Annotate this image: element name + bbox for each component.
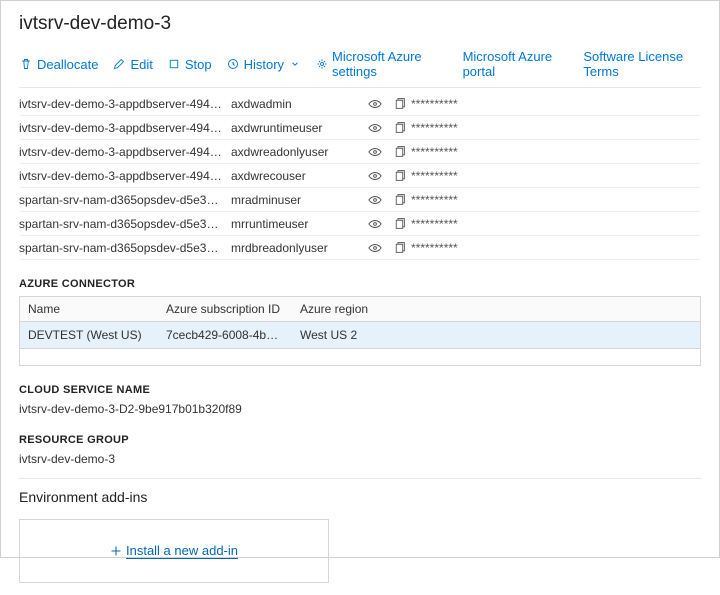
install-addin-button[interactable]: Install a new add-in	[19, 519, 329, 583]
copy-password-button[interactable]	[387, 97, 411, 110]
reveal-password-button[interactable]	[363, 169, 387, 183]
credential-row: ivtsrv-dev-demo-3-appdbserver-4945cdd4\i…	[19, 92, 701, 116]
resource-group-heading: RESOURCE GROUP	[19, 434, 701, 446]
deallocate-button[interactable]: Deallocate	[19, 57, 98, 72]
azure-settings-link[interactable]: Microsoft Azure settings	[316, 49, 449, 79]
reveal-password-button[interactable]	[363, 121, 387, 135]
password-mask: **********	[411, 241, 487, 255]
connection-string: ivtsrv-dev-demo-3-appdbserver-4945cdd4\i…	[19, 97, 231, 111]
credential-row: spartan-srv-nam-d365opsdev-d5e38124f9f8\…	[19, 188, 701, 212]
azure-col-sub: Azure subscription ID	[158, 297, 292, 321]
connection-string: spartan-srv-nam-d365opsdev-d5e38124f9f8\…	[19, 217, 231, 231]
copy-password-button[interactable]	[387, 169, 411, 182]
password-mask: **********	[411, 97, 487, 111]
history-button[interactable]: History	[226, 57, 302, 72]
connection-string: spartan-srv-nam-d365opsdev-d5e38124f9f8\…	[19, 193, 231, 207]
page-title: ivtsrv-dev-demo-3	[19, 13, 701, 35]
connection-string: ivtsrv-dev-demo-3-appdbserver-4945cdd4\i…	[19, 121, 231, 135]
clock-icon	[226, 57, 240, 71]
username: mrruntimeuser	[231, 217, 363, 231]
password-mask: **********	[411, 121, 487, 135]
reveal-password-button[interactable]	[363, 241, 387, 255]
reveal-password-button[interactable]	[363, 145, 387, 159]
license-terms-link[interactable]: Software License Terms	[583, 49, 701, 79]
copy-password-button[interactable]	[387, 241, 411, 254]
username: mradminuser	[231, 193, 363, 207]
chevron-down-icon	[288, 57, 302, 71]
license-terms-label: Software License Terms	[583, 49, 701, 79]
install-addin-label: Install a new add-in	[126, 543, 238, 559]
resource-group-value: ivtsrv-dev-demo-3	[19, 452, 701, 466]
connection-string: spartan-srv-nam-d365opsdev-d5e38124f9f8\…	[19, 241, 231, 255]
azure-portal-label: Microsoft Azure portal	[463, 49, 570, 79]
edit-button[interactable]: Edit	[112, 57, 152, 72]
credentials-table: ivtsrv-dev-demo-3-appdbserver-4945cdd4\i…	[19, 92, 701, 260]
edit-label: Edit	[130, 57, 152, 72]
gear-icon	[316, 57, 328, 71]
stop-button[interactable]: Stop	[167, 57, 212, 72]
credential-row: ivtsrv-dev-demo-3-appdbserver-4945cdd4\i…	[19, 140, 701, 164]
password-mask: **********	[411, 193, 487, 207]
copy-password-button[interactable]	[387, 217, 411, 230]
history-label: History	[244, 57, 284, 72]
copy-password-button[interactable]	[387, 193, 411, 206]
plus-icon	[110, 545, 122, 557]
cloud-service-value: ivtsrv-dev-demo-3-D2-9be917b01b320f89	[19, 402, 701, 416]
username: axdwadmin	[231, 97, 363, 111]
azure-blank-row	[20, 349, 700, 365]
username: axdwruntimeuser	[231, 121, 363, 135]
credential-row: spartan-srv-nam-d365opsdev-d5e38124f9f8\…	[19, 212, 701, 236]
toolbar: Deallocate Edit Stop History	[19, 45, 701, 88]
azure-portal-link[interactable]: Microsoft Azure portal	[463, 49, 570, 79]
stop-label: Stop	[185, 57, 212, 72]
azure-connector-heading: AZURE CONNECTOR	[19, 278, 701, 290]
connection-string: ivtsrv-dev-demo-3-appdbserver-4945cdd4\i…	[19, 145, 231, 159]
reveal-password-button[interactable]	[363, 193, 387, 207]
copy-password-button[interactable]	[387, 145, 411, 158]
username: mrdbreadonlyuser	[231, 241, 363, 255]
reveal-password-button[interactable]	[363, 97, 387, 111]
cloud-service-heading: CLOUD SERVICE NAME	[19, 384, 701, 396]
username: axdwrecouser	[231, 169, 363, 183]
stop-icon	[167, 57, 181, 71]
reveal-password-button[interactable]	[363, 217, 387, 231]
password-mask: **********	[411, 217, 487, 231]
password-mask: **********	[411, 145, 487, 159]
addins-heading: Environment add-ins	[19, 489, 701, 505]
deallocate-label: Deallocate	[37, 57, 98, 72]
azure-col-region: Azure region	[292, 297, 412, 321]
copy-password-button[interactable]	[387, 121, 411, 134]
azure-col-name: Name	[20, 297, 158, 321]
azure-connector-row[interactable]: DEVTEST (West US) 7cecb429-6008-4b29-ae3…	[20, 322, 700, 349]
password-mask: **********	[411, 169, 487, 183]
azure-row-name: DEVTEST (West US)	[20, 322, 158, 348]
azure-row-sub: 7cecb429-6008-4b29-ae38-8…	[158, 322, 292, 348]
azure-connector-table: Name Azure subscription ID Azure region …	[19, 296, 701, 366]
credential-row: spartan-srv-nam-d365opsdev-d5e38124f9f8\…	[19, 236, 701, 260]
pencil-icon	[112, 57, 126, 71]
trash-icon	[19, 57, 33, 71]
username: axdwreadonlyuser	[231, 145, 363, 159]
connection-string: ivtsrv-dev-demo-3-appdbserver-4945cdd4\i…	[19, 169, 231, 183]
azure-row-region: West US 2	[292, 322, 412, 348]
credential-row: ivtsrv-dev-demo-3-appdbserver-4945cdd4\i…	[19, 164, 701, 188]
azure-settings-label: Microsoft Azure settings	[332, 49, 449, 79]
credential-row: ivtsrv-dev-demo-3-appdbserver-4945cdd4\i…	[19, 116, 701, 140]
